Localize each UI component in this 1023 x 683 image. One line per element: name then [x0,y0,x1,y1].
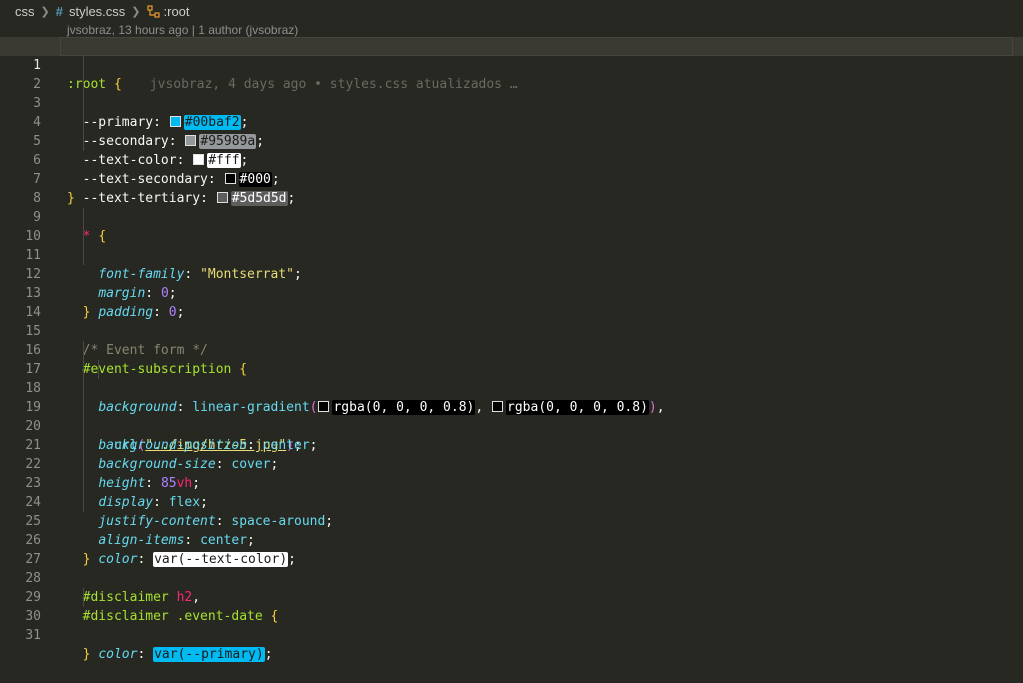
code-line[interactable]: 4 --text-color: #fff; [0,94,1023,168]
code-line[interactable]: 8 [0,170,1023,206]
code-line[interactable]: 18 url("../img/hrz-5.jpg"); [0,360,1023,453]
code-line[interactable]: 29 #disclaimer .event-date { [0,569,1023,624]
code-line[interactable]: 24 align-items: center; [0,474,1023,548]
code-line[interactable]: 11 margin: 0; [0,227,1023,301]
css-property: color [98,647,138,662]
code-line[interactable]: 12 padding: 0; [0,246,1023,320]
breadcrumb-folder[interactable]: css [15,4,35,19]
code-line[interactable]: 5 --text-secondary: #000; [0,113,1023,187]
chevron-right-icon: ❯ [40,5,50,18]
symbol-property-icon [146,4,160,18]
code-line[interactable]: 10 font-family: "Montserrat"; [0,208,1023,282]
code-line[interactable]: 22 display: flex; [0,436,1023,510]
code-line[interactable]: 14 [0,284,1023,320]
code-line[interactable]: 28 #disclaimer h2, [0,550,1023,605]
code-editor[interactable]: 1 :root {jvsobraz, 4 days ago • styles.c… [0,37,1023,662]
code-line[interactable]: 25 color: var(--text-color); [0,493,1023,567]
breadcrumb-file[interactable]: styles.css [69,4,125,19]
codelens-author[interactable]: jvsobraz, 13 hours ago | 1 author (jvsob… [67,22,298,38]
code-line[interactable]: 30 color: var(--primary); [0,588,1023,662]
chevron-right-icon: ❯ [131,5,141,18]
code-line[interactable]: 1 :root {jvsobraz, 4 days ago • styles.c… [0,37,1023,92]
code-line[interactable]: 16 #event-subscription { [0,322,1023,377]
code-line[interactable]: 20 background-size: cover; [0,398,1023,472]
code-line[interactable]: 17 background: linear-gradient(rgba(0, 0… [0,341,1023,415]
code-line[interactable]: 15 /* Event form */ [0,303,1023,358]
code-line[interactable]: 3 --secondary: #95989a; [0,75,1023,149]
css-file-icon: # [55,3,63,19]
code-line[interactable]: 27 [0,531,1023,567]
code-line[interactable]: 13 } [0,265,1023,320]
breadcrumb-symbol[interactable]: :root [164,4,190,19]
code-line[interactable]: 19 background-position: center; [0,379,1023,453]
code-line[interactable]: 9 * { [0,189,1023,244]
code-line[interactable]: 7 } [0,151,1023,206]
code-line[interactable]: 23 justify-content: space-around; [0,455,1023,529]
code-line[interactable]: 6 --text-tertiary: #5d5d5d; [0,132,1023,206]
code-line[interactable]: 31 } [0,607,1023,662]
code-line[interactable]: 21 height: 85vh; [0,417,1023,491]
brace: } [82,647,91,662]
color-value: var(--primary) [153,647,265,662]
code-line[interactable]: 2 --primary: #00baf2; [0,56,1023,130]
code-line[interactable]: 26 } [0,512,1023,567]
breadcrumb: css ❯ # styles.css ❯ :root [0,0,1023,22]
